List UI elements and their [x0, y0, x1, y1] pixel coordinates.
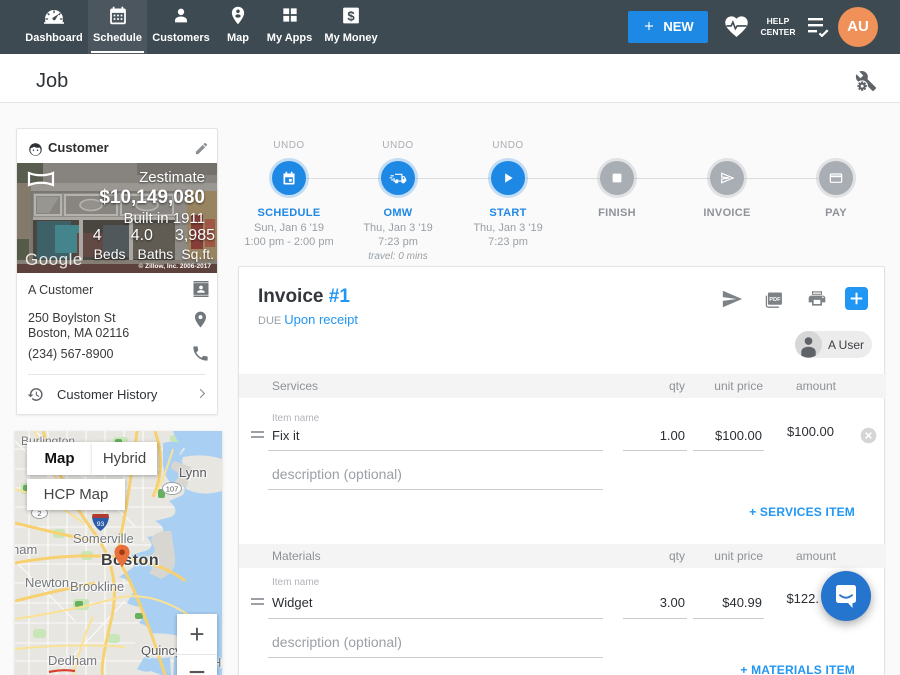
svg-text:$: $	[347, 8, 355, 23]
svg-text:2: 2	[37, 509, 41, 518]
svg-text:107: 107	[166, 485, 179, 494]
svg-text:93: 93	[97, 521, 105, 528]
svg-text:PDF: PDF	[769, 297, 781, 303]
